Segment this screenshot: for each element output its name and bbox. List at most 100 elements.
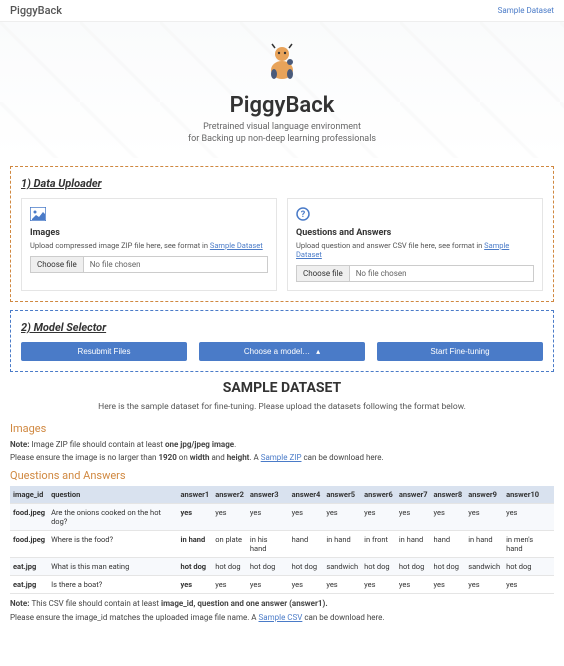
start-finetuning-button[interactable]: Start Fine-tuning <box>377 342 543 361</box>
table-header: question <box>48 486 177 504</box>
table-header: image_id <box>10 486 48 504</box>
piggyback-logo-icon <box>260 40 304 84</box>
qa-table: image_idquestionanswer1answer2answer3ans… <box>10 486 554 594</box>
svg-text:?: ? <box>301 210 306 220</box>
table-cell: yes <box>178 504 213 531</box>
hero-title: PiggyBack <box>0 93 564 118</box>
table-cell: Is there a boat? <box>48 576 177 594</box>
table-cell: yes <box>247 504 289 531</box>
table-cell: eat.jpg <box>10 576 48 594</box>
table-header: answer10 <box>503 486 554 504</box>
images-choose-button[interactable]: Choose file <box>31 257 84 272</box>
table-cell: hot dog <box>431 558 466 576</box>
table-cell: food.jpeg <box>10 504 48 531</box>
table-cell: hot dog <box>289 558 324 576</box>
table-cell: food.jpeg <box>10 531 48 558</box>
table-cell: yes <box>247 576 289 594</box>
uploader-title: 1) Data Uploader <box>21 177 543 190</box>
hero-sub2: for Backing up non-deep learning profess… <box>0 134 564 144</box>
table-cell: in hand <box>465 531 503 558</box>
table-cell: What is this man eating <box>48 558 177 576</box>
image-icon <box>30 207 268 224</box>
qa-desc: Upload question and answer CSV file here… <box>296 241 534 259</box>
table-row: food.jpegAre the onions cooked on the ho… <box>10 504 554 531</box>
hero-sub1: Pretrained visual language environment <box>0 122 564 132</box>
table-cell: Where is the food? <box>48 531 177 558</box>
table-cell: yes <box>431 576 466 594</box>
sample-dataset-desc: Here is the sample dataset for fine-tuni… <box>0 402 564 412</box>
images-file-input[interactable]: Choose file No file chosen <box>30 256 268 273</box>
table-row: eat.jpgIs there a boat?yesyesyesyesyesye… <box>10 576 554 594</box>
table-cell: yes <box>503 576 554 594</box>
images-heading: Images <box>30 228 268 238</box>
table-header: answer1 <box>178 486 213 504</box>
qa-subhead: Questions and Answers <box>10 469 554 482</box>
images-note-1: Note: Image ZIP file should contain at l… <box>10 439 554 450</box>
table-cell: eat.jpg <box>10 558 48 576</box>
table-cell: Are the onions cooked on the hot dog? <box>48 504 177 531</box>
table-cell: in hand <box>323 531 361 558</box>
images-sample-link[interactable]: Sample Dataset <box>210 241 263 250</box>
qa-file-input[interactable]: Choose file No file chosen <box>296 265 534 282</box>
sample-csv-link[interactable]: Sample CSV <box>259 613 303 622</box>
table-header: answer4 <box>289 486 324 504</box>
qa-choose-button[interactable]: Choose file <box>297 266 350 281</box>
footer-note-2: Please ensure the image_id matches the u… <box>10 612 554 623</box>
table-cell: yes <box>431 504 466 531</box>
table-header: answer6 <box>361 486 396 504</box>
table-header: answer2 <box>212 486 247 504</box>
table-cell: sandwich <box>465 558 503 576</box>
table-cell: hand <box>431 531 466 558</box>
table-header: answer7 <box>396 486 431 504</box>
table-cell: yes <box>465 504 503 531</box>
qa-upload-card: ? Questions and Answers Upload question … <box>287 198 543 291</box>
qa-file-name: No file chosen <box>350 266 533 281</box>
table-cell: on plate <box>212 531 247 558</box>
table-row: eat.jpgWhat is this man eatinghot doghot… <box>10 558 554 576</box>
table-header: answer8 <box>431 486 466 504</box>
chevron-up-icon: ▴ <box>316 347 320 356</box>
resubmit-button[interactable]: Resubmit Files <box>21 342 187 361</box>
table-cell: yes <box>212 504 247 531</box>
logo <box>0 40 564 87</box>
images-note-2: Please ensure the image is no larger tha… <box>10 452 554 463</box>
data-uploader-section: 1) Data Uploader Images Upload compresse… <box>10 166 554 302</box>
table-cell: yes <box>396 504 431 531</box>
images-desc: Upload compressed image ZIP file here, s… <box>30 241 268 250</box>
table-cell: yes <box>178 576 213 594</box>
table-cell: yes <box>323 576 361 594</box>
table-cell: yes <box>323 504 361 531</box>
table-cell: yes <box>503 504 554 531</box>
images-file-name: No file chosen <box>84 257 267 272</box>
images-upload-card: Images Upload compressed image ZIP file … <box>21 198 277 291</box>
choose-model-dropdown[interactable]: Choose a model…▴ <box>199 342 365 361</box>
table-cell: hot dog <box>361 558 396 576</box>
table-cell: hot dog <box>396 558 431 576</box>
brand-name: PiggyBack <box>10 4 62 17</box>
table-header-row: image_idquestionanswer1answer2answer3ans… <box>10 486 554 504</box>
table-cell: yes <box>361 504 396 531</box>
model-selector-section: 2) Model Selector Resubmit Files Choose … <box>10 310 554 372</box>
hero: PiggyBack Pretrained visual language env… <box>0 22 564 158</box>
table-cell: yes <box>361 576 396 594</box>
table-cell: yes <box>289 576 324 594</box>
sample-dataset-link[interactable]: Sample Dataset <box>498 6 554 15</box>
sample-dataset-title: SAMPLE DATASET <box>0 380 564 396</box>
sample-zip-link[interactable]: Sample ZIP <box>261 453 302 462</box>
table-cell: yes <box>289 504 324 531</box>
table-cell: in his hand <box>247 531 289 558</box>
table-cell: yes <box>465 576 503 594</box>
table-cell: in men's hand <box>503 531 554 558</box>
table-header: answer5 <box>323 486 361 504</box>
table-header: answer3 <box>247 486 289 504</box>
table-row: food.jpegWhere is the food?in handon pla… <box>10 531 554 558</box>
table-cell: hot dog <box>247 558 289 576</box>
table-cell: hot dog <box>178 558 213 576</box>
table-cell: in front <box>361 531 396 558</box>
table-cell: yes <box>396 576 431 594</box>
table-cell: sandwich <box>323 558 361 576</box>
table-cell: hot dog <box>212 558 247 576</box>
model-title: 2) Model Selector <box>21 321 543 334</box>
table-cell: in hand <box>396 531 431 558</box>
table-cell: in hand <box>178 531 213 558</box>
